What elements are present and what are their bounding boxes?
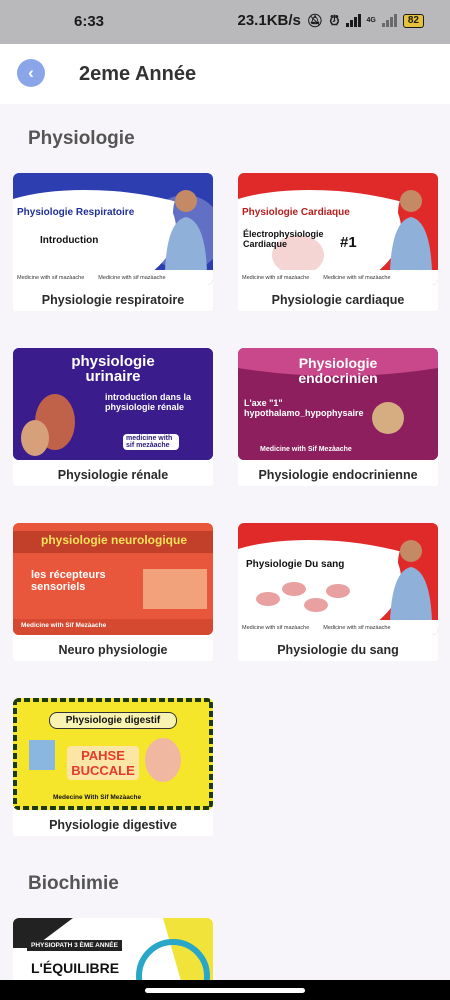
course-card-endocrinienne[interactable]: Physiologie endocrinien L'axe "1" hypoth… [238, 348, 438, 486]
thumbnail: PHYSIOPATH 3 ÈME ANNÉE L'ÉQUILIBRE [13, 918, 213, 988]
thumbnail: physiologie urinaire introduction dans l… [13, 348, 213, 460]
battery-icon: 82 [402, 13, 424, 28]
card-label: Physiologie du sang [277, 643, 399, 657]
thumbnail-title: L'ÉQUILIBRE [31, 960, 120, 976]
course-card-renale[interactable]: physiologie urinaire introduction dans l… [13, 348, 213, 486]
chevron-left-icon: ‹ [28, 63, 34, 82]
thumbnail-subtitle: les récepteurs sensoriels [31, 569, 106, 593]
thumbnail-channel: Medicine with sif mazàache Medicine with … [238, 270, 438, 285]
thumbnail-channel: Medicine with Sif Mezàache [21, 622, 107, 629]
thumbnail: physiologie neurologique les récepteurs … [13, 523, 213, 635]
thumbnail-title: physiologie neurologique [40, 533, 187, 547]
thumbnail-title: physiologie urinaire [71, 353, 155, 385]
network-speed: 23.1KB/s [237, 12, 301, 29]
thumbnail-title: Physiologie digestif [49, 712, 177, 729]
course-card-sang[interactable]: Physiologie Du sang Medicine with sif ma… [238, 523, 438, 661]
status-right: 23.1KB/s 🔕︎ ⏰︎ 4G 82 [237, 12, 424, 29]
thumbnail-channel: Medicine with sif mazàache Medicine with … [238, 620, 438, 635]
thumbnail-title: Physiologie Cardiaque [242, 207, 350, 218]
presenter-image [163, 185, 209, 271]
thumbnail: Physiologie Du sang Medicine with sif ma… [238, 523, 438, 635]
presenter-image [388, 185, 434, 271]
thumbnail-subtitle: Introduction [40, 235, 99, 246]
alarm-icon: ⏰︎ [329, 12, 340, 28]
thumbnail-number: #1 [340, 234, 357, 251]
thumbnail-subtitle: introduction dans la physiologie rénale [105, 392, 192, 412]
course-card-respiratoire[interactable]: Physiologie Respiratoire Introduction Me… [13, 173, 213, 311]
card-label: Physiologie cardiaque [271, 293, 405, 307]
back-button[interactable]: ‹ [17, 59, 45, 87]
thumbnail-title: Physiologie endocrinien [298, 355, 378, 386]
thumbnail-channel: medicine with sif mezàache [123, 434, 179, 450]
status-bar: 6:33 23.1KB/s 🔕︎ ⏰︎ 4G 82 [0, 0, 450, 44]
thumbnail-subtitle: PAHSE BUCCALE [67, 746, 139, 780]
thumbnail: Physiologie Respiratoire Introduction Me… [13, 173, 213, 285]
page-title: 2eme Année [79, 63, 197, 85]
thumbnail-title: Physiologie Respiratoire [17, 207, 135, 218]
course-card-biochimie[interactable]: PHYSIOPATH 3 ÈME ANNÉE L'ÉQUILIBRE [13, 918, 213, 988]
course-card-cardiaque[interactable]: Physiologie Cardiaque Électrophysiologie… [238, 173, 438, 311]
network-type: 4G [366, 17, 376, 24]
thumbnail: Physiologie digestif PAHSE BUCCALE Medec… [13, 698, 213, 810]
course-card-digestive[interactable]: Physiologie digestif PAHSE BUCCALE Medec… [13, 698, 213, 836]
card-label: Physiologie rénale [57, 468, 169, 482]
thumbnail-badge: PHYSIOPATH 3 ÈME ANNÉE [27, 940, 122, 951]
thumbnail-subtitle: L'axe "1" hypothalamo_hypophysaire [244, 398, 364, 418]
card-label: Physiologie endocrinienne [258, 468, 418, 482]
system-nav-bar [0, 980, 450, 1000]
home-indicator[interactable] [145, 988, 305, 993]
card-label: Physiologie digestive [49, 818, 177, 832]
course-card-neuro[interactable]: physiologie neurologique les récepteurs … [13, 523, 213, 661]
thumbnail-channel: Medicine with sif mazàache Medicine with … [13, 270, 213, 285]
thumbnail-channel: Medicine with Sif Mezàache [260, 446, 352, 453]
thumbnail-subtitle: Électrophysiologie Cardiaque [243, 229, 324, 249]
mute-icon: 🔕︎ [306, 12, 324, 28]
thumbnail-title: Physiologie Du sang [246, 559, 345, 570]
signal-icon [345, 14, 361, 27]
status-time: 6:33 [74, 13, 105, 30]
app-bar: ‹ 2eme Année [0, 44, 450, 104]
section-title-biochimie: Biochimie [28, 873, 119, 894]
thumbnail: Physiologie Cardiaque Électrophysiologie… [238, 173, 438, 285]
presenter-image [388, 535, 434, 621]
thumbnail: Physiologie endocrinien L'axe "1" hypoth… [238, 348, 438, 460]
card-label: Neuro physiologie [58, 643, 168, 657]
signal-2-icon [381, 14, 397, 27]
thumbnail-art [13, 918, 213, 988]
section-title-physiologie: Physiologie [28, 128, 135, 149]
card-label: Physiologie respiratoire [41, 293, 185, 307]
thumbnail-channel: Medecine With Sif Mezàache [53, 794, 142, 801]
